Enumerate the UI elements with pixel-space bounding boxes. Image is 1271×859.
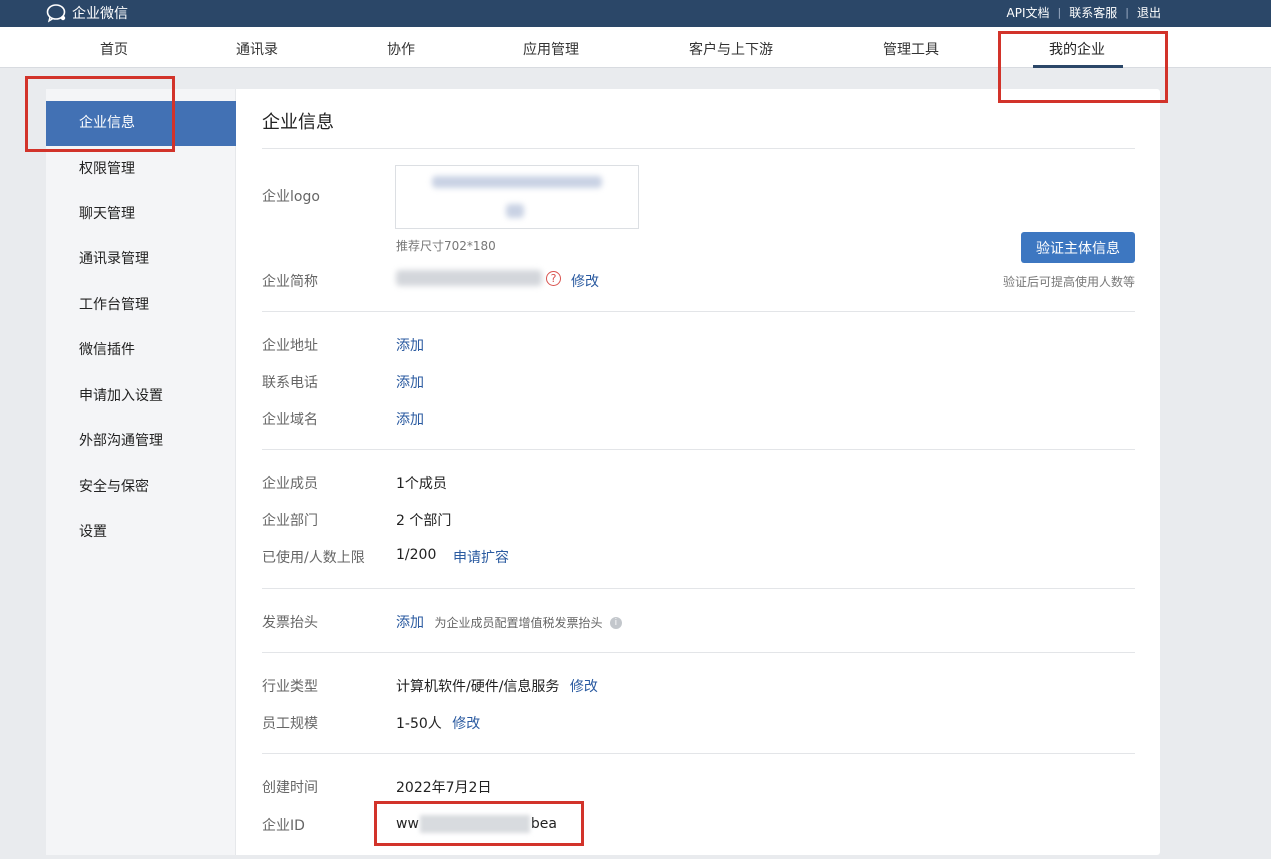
corp-id-label: 企业ID xyxy=(262,818,305,834)
divider xyxy=(262,311,1135,312)
invoice-row: 添加 为企业成员配置增值税发票抬头 i xyxy=(396,612,622,632)
nav-home[interactable]: 首页 xyxy=(100,39,128,59)
add-domain-link[interactable]: 添加 xyxy=(396,409,424,429)
verify-hint: 验证后可提高使用人数等 xyxy=(1002,275,1135,289)
usage-label: 已使用/人数上限 xyxy=(262,550,365,566)
corp-id-prefix: ww xyxy=(396,816,419,832)
company-logo[interactable] xyxy=(395,165,639,229)
corp-id-suffix: bea xyxy=(530,816,557,832)
logout-link[interactable]: 退出 xyxy=(1137,4,1161,21)
divider xyxy=(262,588,1135,589)
scale-row: 1-50人 修改 xyxy=(396,713,480,733)
departments-value: 2 个部门 xyxy=(396,513,452,529)
main-panel: 企业信息 权限管理 聊天管理 通讯录管理 工作台管理 微信插件 申请加入设置 外… xyxy=(46,89,1160,855)
invoice-hint: 为企业成员配置增值税发票抬头 xyxy=(434,616,603,630)
divider xyxy=(262,449,1135,450)
industry-row: 计算机软件/硬件/信息服务 修改 xyxy=(396,676,598,696)
created-label: 创建时间 xyxy=(262,780,318,796)
add-address-link[interactable]: 添加 xyxy=(396,335,424,355)
info-icon[interactable]: i xyxy=(609,617,622,629)
brand-name: 企业微信 xyxy=(72,6,128,22)
created-value: 2022年7月2日 xyxy=(396,780,492,796)
nav-customers[interactable]: 客户与上下游 xyxy=(689,39,773,59)
members-label: 企业成员 xyxy=(262,476,318,492)
divider: | xyxy=(1125,6,1129,19)
sidebar: 企业信息 权限管理 聊天管理 通讯录管理 工作台管理 微信插件 申请加入设置 外… xyxy=(46,89,236,855)
edit-short-name-link[interactable]: 修改 xyxy=(571,271,599,291)
page-title: 企业信息 xyxy=(262,112,334,133)
logo-blurred xyxy=(432,176,602,188)
nav-my-company[interactable]: 我的企业 xyxy=(1049,39,1105,59)
corp-id-value: ww bea xyxy=(396,815,557,833)
sidebar-item-join-settings[interactable]: 申请加入设置 xyxy=(46,374,236,419)
divider xyxy=(262,148,1135,149)
departments-label: 企业部门 xyxy=(262,513,318,529)
phone-label: 联系电话 xyxy=(262,375,318,391)
logo-blurred xyxy=(506,204,524,218)
sidebar-item-contacts[interactable]: 通讯录管理 xyxy=(46,237,236,282)
domain-label: 企业域名 xyxy=(262,412,318,428)
question-icon[interactable]: ? xyxy=(546,271,561,286)
short-name-blurred xyxy=(396,270,542,286)
brand[interactable]: 企业微信 xyxy=(46,2,128,24)
usage-value: 1/200 xyxy=(396,547,437,563)
nav-active-indicator xyxy=(1033,65,1123,68)
main-nav: 首页 通讯录 协作 应用管理 客户与上下游 管理工具 我的企业 xyxy=(0,27,1271,68)
sidebar-item-company-info[interactable]: 企业信息 xyxy=(46,101,236,146)
scale-value: 1-50人 xyxy=(396,716,442,732)
sidebar-item-permissions[interactable]: 权限管理 xyxy=(46,147,236,192)
sidebar-item-wechat-plugin[interactable]: 微信插件 xyxy=(46,328,236,373)
sidebar-item-security[interactable]: 安全与保密 xyxy=(46,465,236,510)
edit-scale-link[interactable]: 修改 xyxy=(452,716,480,732)
industry-label: 行业类型 xyxy=(262,679,318,695)
contact-support-link[interactable]: 联系客服 xyxy=(1069,4,1117,21)
top-links: API文档 | 联系客服 | 退出 xyxy=(1007,4,1161,21)
nav-collaboration[interactable]: 协作 xyxy=(387,39,415,59)
sidebar-item-external-communication[interactable]: 外部沟通管理 xyxy=(46,419,236,464)
scale-label: 员工规模 xyxy=(262,716,318,732)
add-invoice-link[interactable]: 添加 xyxy=(396,615,424,631)
divider xyxy=(262,652,1135,653)
add-phone-link[interactable]: 添加 xyxy=(396,372,424,392)
members-value: 1个成员 xyxy=(396,476,447,492)
verify-entity-button[interactable]: 验证主体信息 xyxy=(1021,232,1135,263)
top-bar: 企业微信 API文档 | 联系客服 | 退出 xyxy=(0,0,1271,27)
nav-contacts[interactable]: 通讯录 xyxy=(236,39,278,59)
edit-industry-link[interactable]: 修改 xyxy=(570,679,598,695)
divider xyxy=(262,753,1135,754)
divider: | xyxy=(1057,6,1062,19)
industry-value: 计算机软件/硬件/信息服务 xyxy=(396,679,560,695)
sidebar-item-workbench[interactable]: 工作台管理 xyxy=(46,283,236,328)
logo-label: 企业logo xyxy=(262,189,320,205)
address-label: 企业地址 xyxy=(262,338,318,354)
content-area: 企业信息 企业logo 推荐尺寸702*180 验证主体信息 验证后可提高使用人… xyxy=(262,89,1135,855)
nav-app-management[interactable]: 应用管理 xyxy=(523,39,579,59)
wecom-logo-icon xyxy=(46,4,66,23)
logo-size-hint: 推荐尺寸702*180 xyxy=(396,239,496,253)
corp-id-blurred xyxy=(419,815,530,833)
api-docs-link[interactable]: API文档 xyxy=(1007,4,1050,21)
sidebar-item-settings[interactable]: 设置 xyxy=(46,510,236,555)
request-expansion-link[interactable]: 申请扩容 xyxy=(453,547,509,567)
invoice-label: 发票抬头 xyxy=(262,615,318,631)
short-name-label: 企业简称 xyxy=(262,274,318,290)
nav-admin-tools[interactable]: 管理工具 xyxy=(883,39,939,59)
sidebar-item-chat[interactable]: 聊天管理 xyxy=(46,192,236,237)
